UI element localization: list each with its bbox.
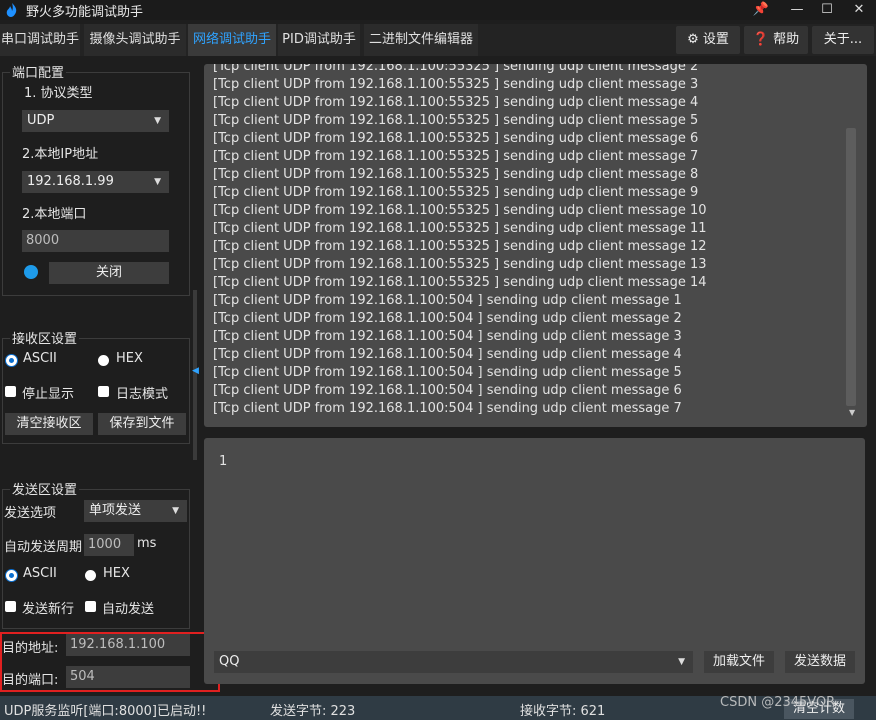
receive-hex-radio[interactable] [98, 355, 109, 366]
about-button[interactable]: 关于... [812, 26, 874, 54]
protocol-value: UDP [27, 113, 55, 128]
log-line: [Tcp client UDP from 192.168.1.100:55325… [213, 185, 699, 200]
log-line: [Tcp client UDP from 192.168.1.100:55325… [213, 113, 699, 128]
minimize-icon[interactable]: — [782, 0, 812, 20]
send-history-value: QQ [219, 654, 240, 669]
log-line: [Tcp client UDP from 192.168.1.100:504 ]… [213, 347, 682, 362]
settings-button[interactable]: ⚙ 设置 [676, 26, 740, 54]
send-ascii-label: ASCII [23, 566, 57, 581]
send-hex-label: HEX [103, 566, 130, 581]
local-ip-label: 2.本地IP地址 [22, 147, 99, 162]
help-label: 帮助 [773, 32, 800, 47]
log-line: [Tcp client UDP from 192.168.1.100:55325… [213, 149, 699, 164]
window-title: 野火多功能调试助手 [26, 5, 144, 20]
close-connection-button[interactable]: 关闭 [49, 262, 169, 284]
log-line: [Tcp client UDP from 192.168.1.100:55325… [213, 275, 707, 290]
maximize-icon[interactable]: ☐ [812, 0, 842, 20]
receive-ascii-radio[interactable] [6, 355, 17, 366]
log-mode-checkbox[interactable] [98, 386, 109, 397]
stop-display-label: 停止显示 [22, 387, 75, 402]
receive-scrollbar[interactable] [846, 128, 856, 406]
tab-serial[interactable]: 串口调试助手 [0, 24, 80, 56]
log-line: [Tcp client UDP from 192.168.1.100:504 ]… [213, 293, 682, 308]
send-area[interactable] [204, 438, 865, 684]
server-status-text: UDP服务监听[端口:8000]已启动!! [4, 704, 207, 719]
auto-send-label: 自动发送 [102, 602, 155, 617]
log-line: [Tcp client UDP from 192.168.1.100:55325… [213, 239, 707, 254]
pin-icon[interactable]: 📌 [746, 0, 776, 20]
scroll-down-icon[interactable]: ▼ [849, 408, 855, 417]
connection-status-indicator [24, 265, 38, 279]
send-option-label: 发送选项 [4, 506, 57, 521]
help-button[interactable]: ❓ 帮助 [744, 26, 808, 54]
receive-ascii-label: ASCII [23, 351, 57, 366]
local-ip-value: 192.168.1.99 [27, 174, 114, 189]
protocol-select[interactable]: UDP ▼ [22, 110, 169, 132]
protocol-label: 1. 协议类型 [24, 86, 93, 101]
watermark-text: CSDN @2345VOR [720, 695, 836, 710]
local-ip-select[interactable]: 192.168.1.99 ▼ [22, 171, 169, 193]
chevron-down-icon: ▼ [172, 506, 179, 516]
log-line: [Tcp client UDP from 192.168.1.100:55325… [213, 131, 699, 146]
tab-binary-editor[interactable]: 二进制文件编辑器 [364, 24, 478, 56]
help-icon: ❓ [752, 32, 770, 47]
tab-camera[interactable]: 摄像头调试助手 [84, 24, 186, 56]
load-file-button[interactable]: 加载文件 [704, 651, 774, 673]
send-config-title: 发送区设置 [10, 479, 80, 498]
log-line: [Tcp client UDP from 192.168.1.100:504 ]… [213, 383, 682, 398]
receive-area[interactable]: [Tcp client UDP from 192.168.1.100:55325… [204, 64, 867, 427]
highlight-box [0, 632, 220, 692]
recv-bytes-counter: 接收字节: 621 [520, 704, 606, 719]
sent-bytes-counter: 发送字节: 223 [270, 704, 356, 719]
auto-send-checkbox[interactable] [85, 601, 96, 612]
app-logo-icon [6, 3, 17, 17]
stop-display-checkbox[interactable] [5, 386, 16, 397]
send-newline-label: 发送新行 [22, 602, 75, 617]
close-icon[interactable]: ✕ [844, 0, 874, 20]
send-content[interactable]: 1 [219, 454, 227, 469]
save-to-file-button[interactable]: 保存到文件 [98, 413, 186, 435]
local-port-label: 2.本地端口 [22, 207, 87, 222]
send-hex-radio[interactable] [85, 570, 96, 581]
chevron-down-icon: ▼ [154, 116, 161, 126]
local-port-input[interactable]: 8000 [22, 230, 169, 252]
log-line: [Tcp client UDP from 192.168.1.100:55325… [213, 77, 699, 92]
auto-period-input[interactable]: 1000 [84, 534, 134, 556]
log-line: [Tcp client UDP from 192.168.1.100:55325… [213, 203, 707, 218]
port-config-title: 端口配置 [10, 62, 67, 81]
collapse-arrow-icon[interactable]: ◀ [192, 366, 199, 376]
log-line: [Tcp client UDP from 192.168.1.100:55325… [213, 64, 699, 74]
send-option-value: 单项发送 [89, 503, 142, 518]
send-ascii-radio[interactable] [6, 570, 17, 581]
log-line: [Tcp client UDP from 192.168.1.100:55325… [213, 257, 707, 272]
gear-icon: ⚙ [687, 32, 699, 47]
log-line: [Tcp client UDP from 192.168.1.100:55325… [213, 167, 699, 182]
log-line: [Tcp client UDP from 192.168.1.100:55325… [213, 95, 699, 110]
receive-config-title: 接收区设置 [10, 328, 80, 347]
auto-period-label: 自动发送周期 [4, 540, 83, 555]
auto-period-unit: ms [137, 536, 157, 551]
settings-label: 设置 [702, 32, 729, 47]
receive-hex-label: HEX [116, 351, 143, 366]
log-line: [Tcp client UDP from 192.168.1.100:504 ]… [213, 311, 682, 326]
chevron-down-icon: ▼ [678, 657, 685, 667]
log-mode-label: 日志模式 [116, 387, 169, 402]
tab-pid[interactable]: PID调试助手 [278, 24, 360, 56]
tab-network[interactable]: 网络调试助手 [188, 24, 276, 56]
chevron-down-icon: ▼ [154, 177, 161, 187]
send-option-select[interactable]: 单项发送 ▼ [84, 500, 187, 522]
log-line: [Tcp client UDP from 192.168.1.100:504 ]… [213, 329, 682, 344]
send-history-select[interactable]: QQ ▼ [214, 651, 693, 673]
send-newline-checkbox[interactable] [5, 601, 16, 612]
log-line: [Tcp client UDP from 192.168.1.100:55325… [213, 221, 707, 236]
send-data-button[interactable]: 发送数据 [785, 651, 855, 673]
log-line: [Tcp client UDP from 192.168.1.100:504 ]… [213, 365, 682, 380]
clear-receive-button[interactable]: 清空接收区 [5, 413, 93, 435]
log-line: [Tcp client UDP from 192.168.1.100:504 ]… [213, 401, 682, 416]
